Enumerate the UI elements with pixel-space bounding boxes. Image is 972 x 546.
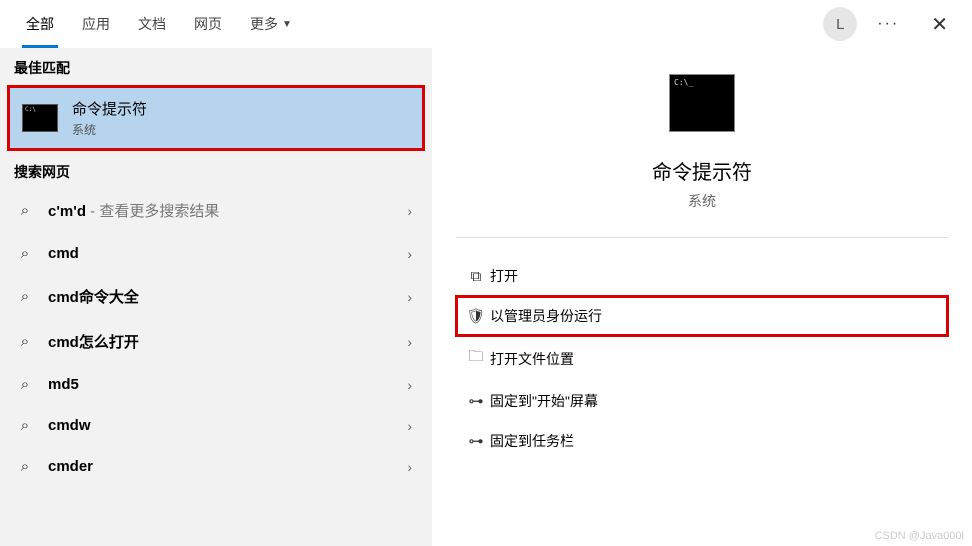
best-match-text: 命令提示符 系统 — [72, 98, 147, 138]
web-result-item[interactable]: ⌕ cmd命令大全 › — [0, 274, 432, 319]
web-result-text: cmder — [48, 458, 407, 475]
action-label: 打开文件位置 — [490, 349, 574, 369]
folder-icon: 🗀 — [462, 346, 490, 371]
web-result-text: cmd怎么打开 — [48, 331, 407, 352]
user-avatar[interactable]: L — [823, 7, 857, 41]
action-pin-taskbar[interactable]: ⊶ 固定到任务栏 — [456, 421, 948, 461]
best-match-result[interactable]: 命令提示符 系统 — [8, 86, 424, 150]
preview-title: 命令提示符 — [456, 156, 948, 185]
search-icon: ⌕ — [14, 288, 36, 305]
action-label: 打开 — [490, 266, 518, 286]
divider — [456, 237, 948, 238]
search-header: 全部 应用 文档 网页 更多 ▼ L ··· ✕ — [0, 0, 972, 48]
web-result-item[interactable]: ⌕ md5 › — [0, 364, 432, 405]
preview-panel: 命令提示符 系统 ⧉ 打开 🛡 以管理员身份运行 🗀 打开文件位置 ⊶ 固定到"… — [432, 48, 972, 546]
tab-web[interactable]: 网页 — [180, 0, 236, 48]
web-result-item[interactable]: ⌕ cmdw › — [0, 405, 432, 446]
chevron-right-icon[interactable]: › — [407, 459, 418, 475]
filter-tabs: 全部 应用 文档 网页 更多 ▼ — [12, 0, 306, 48]
action-pin-start[interactable]: ⊶ 固定到"开始"屏幕 — [456, 381, 948, 421]
pin-icon: ⊶ — [462, 432, 490, 450]
results-panel: 最佳匹配 命令提示符 系统 搜索网页 ⌕ c'm'd - 查看更多搜索结果 › … — [0, 48, 432, 546]
best-match-title: 命令提示符 — [72, 98, 147, 119]
chevron-right-icon[interactable]: › — [407, 289, 418, 305]
action-label: 固定到任务栏 — [490, 431, 574, 451]
web-result-item[interactable]: ⌕ cmd怎么打开 › — [0, 319, 432, 364]
tab-more[interactable]: 更多 ▼ — [236, 0, 306, 48]
chevron-right-icon[interactable]: › — [407, 418, 418, 434]
chevron-right-icon[interactable]: › — [407, 334, 418, 350]
close-button[interactable]: ✕ — [919, 6, 960, 43]
web-result-text: cmd命令大全 — [48, 286, 407, 307]
tab-more-label: 更多 — [250, 14, 278, 34]
web-result-text: md5 — [48, 376, 407, 393]
search-icon: ⌕ — [14, 458, 36, 475]
web-result-text: c'm'd - 查看更多搜索结果 — [48, 200, 407, 221]
header-right: L ··· ✕ — [823, 6, 960, 43]
web-result-item[interactable]: ⌕ cmder › — [0, 446, 432, 487]
best-match-subtitle: 系统 — [72, 121, 147, 138]
best-match-header: 最佳匹配 — [0, 48, 432, 84]
tab-all[interactable]: 全部 — [12, 0, 68, 48]
tab-apps[interactable]: 应用 — [68, 0, 124, 48]
search-icon: ⌕ — [14, 245, 36, 262]
action-label: 固定到"开始"屏幕 — [490, 391, 598, 411]
web-result-item[interactable]: ⌕ cmd › — [0, 233, 432, 274]
chevron-right-icon[interactable]: › — [407, 246, 418, 262]
tab-docs[interactable]: 文档 — [124, 0, 180, 48]
shield-icon: 🛡 — [462, 307, 490, 325]
web-result-text: cmd — [48, 245, 407, 262]
action-label: 以管理员身份运行 — [490, 306, 602, 326]
chevron-right-icon[interactable]: › — [407, 377, 418, 393]
command-prompt-icon — [669, 74, 735, 132]
watermark: CSDN @Java000l — [875, 530, 964, 542]
search-icon: ⌕ — [14, 417, 36, 434]
action-run-as-admin[interactable]: 🛡 以管理员身份运行 — [456, 296, 948, 336]
search-icon: ⌕ — [14, 376, 36, 393]
search-icon: ⌕ — [14, 202, 36, 219]
chevron-right-icon[interactable]: › — [407, 203, 418, 219]
more-options-button[interactable]: ··· — [877, 15, 899, 33]
preview-subtitle: 系统 — [456, 191, 948, 211]
action-open[interactable]: ⧉ 打开 — [456, 256, 948, 296]
command-prompt-icon — [22, 104, 58, 132]
action-list: ⧉ 打开 🛡 以管理员身份运行 🗀 打开文件位置 ⊶ 固定到"开始"屏幕 ⊶ 固… — [456, 256, 948, 461]
web-result-item[interactable]: ⌕ c'm'd - 查看更多搜索结果 › — [0, 188, 432, 233]
action-open-file-location[interactable]: 🗀 打开文件位置 — [456, 336, 948, 381]
chevron-down-icon: ▼ — [282, 19, 292, 30]
pin-icon: ⊶ — [462, 392, 490, 410]
web-result-text: cmdw — [48, 417, 407, 434]
web-results-header: 搜索网页 — [0, 152, 432, 188]
preview-header: 命令提示符 系统 — [456, 68, 948, 211]
open-icon: ⧉ — [462, 268, 490, 285]
search-icon: ⌕ — [14, 333, 36, 350]
search-body: 最佳匹配 命令提示符 系统 搜索网页 ⌕ c'm'd - 查看更多搜索结果 › … — [0, 48, 972, 546]
